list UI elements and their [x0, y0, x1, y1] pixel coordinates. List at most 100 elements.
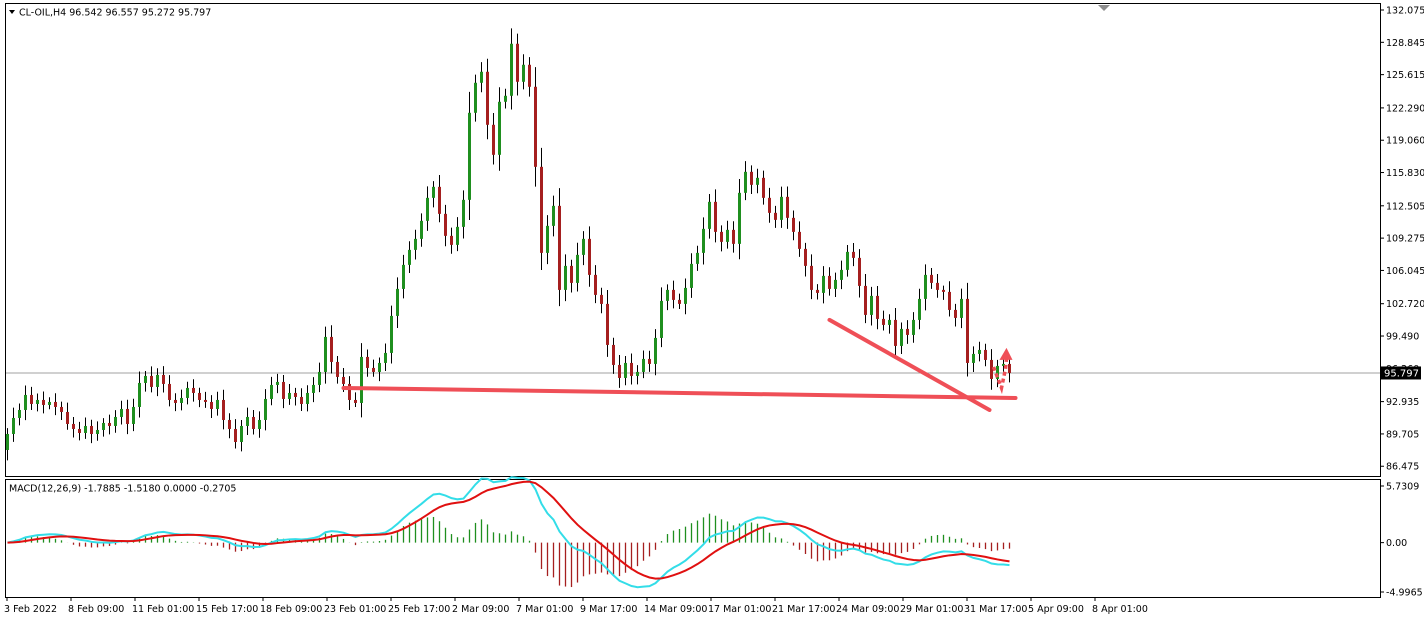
- candle-body: [24, 394, 27, 410]
- price-tick-label: 112.505: [1386, 201, 1424, 212]
- candle-body: [642, 358, 645, 372]
- candle-body: [18, 409, 21, 418]
- candle-body: [276, 381, 279, 385]
- candle-body: [774, 212, 777, 220]
- candle-body: [150, 375, 153, 387]
- candle-body: [780, 196, 783, 220]
- candle-body: [198, 392, 201, 400]
- candle-body: [132, 406, 135, 424]
- candle-body: [378, 362, 381, 372]
- candle-body: [600, 294, 603, 304]
- price-tick-label: 125.615: [1386, 70, 1424, 81]
- time-tick-label: 29 Mar 01:00: [900, 604, 963, 615]
- candle-body: [30, 394, 33, 404]
- candle-body: [318, 371, 321, 385]
- candle-body: [858, 257, 861, 286]
- candle-body: [1008, 363, 1011, 373]
- candle-body: [948, 291, 951, 310]
- symbol-ohlc-label: CL-OIL,H4 96.542 96.557 95.272 95.797: [19, 8, 211, 19]
- candle-body: [246, 416, 249, 426]
- price-tick-label: 86.475: [1386, 462, 1419, 473]
- candle-body: [726, 229, 729, 242]
- candle-body: [126, 408, 129, 424]
- candle-body: [324, 336, 327, 372]
- candle-body: [480, 71, 483, 83]
- candle-body: [240, 425, 243, 442]
- candle-body: [558, 205, 561, 290]
- candle-body: [312, 384, 315, 393]
- candle-body: [426, 197, 429, 221]
- candle-body: [894, 319, 897, 346]
- time-tick-label: 8 Apr 01:00: [1092, 604, 1148, 615]
- current-price-label: 95.797: [1384, 368, 1419, 379]
- candle-body: [750, 171, 753, 185]
- candle-body: [870, 295, 873, 315]
- candle-body: [816, 289, 819, 293]
- candle-body: [42, 399, 45, 405]
- candle-body: [912, 319, 915, 335]
- time-tick-label: 8 Feb 09:00: [68, 604, 124, 615]
- candle-body: [180, 397, 183, 403]
- candle-body: [798, 231, 801, 249]
- candle-body: [666, 289, 669, 301]
- candle-body: [936, 282, 939, 290]
- time-tick-label: 21 Mar 17:00: [772, 604, 835, 615]
- candle-body: [336, 361, 339, 377]
- candle-body: [258, 419, 261, 429]
- time-tick-label: 11 Feb 01:00: [132, 604, 194, 615]
- candle-body: [516, 43, 519, 82]
- candle-body: [222, 399, 225, 420]
- candle-body: [702, 228, 705, 253]
- time-tick-label: 31 Mar 17:00: [964, 604, 1027, 615]
- candle-body: [366, 356, 369, 368]
- price-chart[interactable]: 132.075 128.845 125.615 122.290 119.060 115.8…: [0, 0, 1424, 623]
- candle-body: [408, 249, 411, 265]
- candle-body: [876, 295, 879, 319]
- macd-axis-ticks: 5.7309 0.00 -4.9965: [1380, 482, 1423, 599]
- candle-body: [582, 238, 585, 255]
- candle-body: [636, 371, 639, 376]
- candle-body: [360, 356, 363, 403]
- candle-body: [972, 353, 975, 363]
- candle-body: [372, 367, 375, 372]
- candle-body: [396, 288, 399, 316]
- price-tick-label: 132.075: [1386, 6, 1424, 17]
- candle-body: [168, 383, 171, 400]
- candle-body: [114, 416, 117, 426]
- candle-body: [210, 401, 213, 409]
- candle-body: [510, 43, 513, 96]
- candle-body: [804, 248, 807, 266]
- candle-body: [36, 399, 39, 404]
- candle-body: [342, 376, 345, 384]
- candle-body: [420, 220, 423, 239]
- price-tick-label: 99.490: [1386, 332, 1419, 343]
- candle-body: [288, 392, 291, 399]
- candle-body: [522, 64, 525, 82]
- candle-body: [966, 298, 969, 363]
- candle-body: [84, 425, 87, 433]
- time-tick-label: 25 Feb 17:00: [388, 604, 450, 615]
- candle-body: [588, 238, 591, 275]
- candle-body: [540, 166, 543, 253]
- time-tick-label: 2 Mar 09:00: [452, 604, 509, 615]
- candle-body: [456, 226, 459, 245]
- candle-body: [306, 392, 309, 404]
- candle-body: [534, 86, 537, 167]
- candle-body: [546, 225, 549, 253]
- candle-body: [138, 382, 141, 407]
- candle-body: [930, 274, 933, 283]
- candle-body: [270, 384, 273, 399]
- candle-body: [624, 362, 627, 378]
- time-tick-label: 24 Mar 09:00: [836, 604, 899, 615]
- price-tick-label: 89.705: [1386, 429, 1419, 440]
- candle-body: [468, 112, 471, 200]
- candle-body: [552, 205, 555, 226]
- candle-body: [660, 300, 663, 338]
- candle-body: [156, 374, 159, 387]
- candle-body: [390, 315, 393, 353]
- candle-body: [438, 186, 441, 214]
- candle-body: [48, 401, 51, 405]
- candle-body: [234, 428, 237, 442]
- candle-body: [12, 417, 15, 434]
- price-tick-label: 115.830: [1386, 168, 1424, 179]
